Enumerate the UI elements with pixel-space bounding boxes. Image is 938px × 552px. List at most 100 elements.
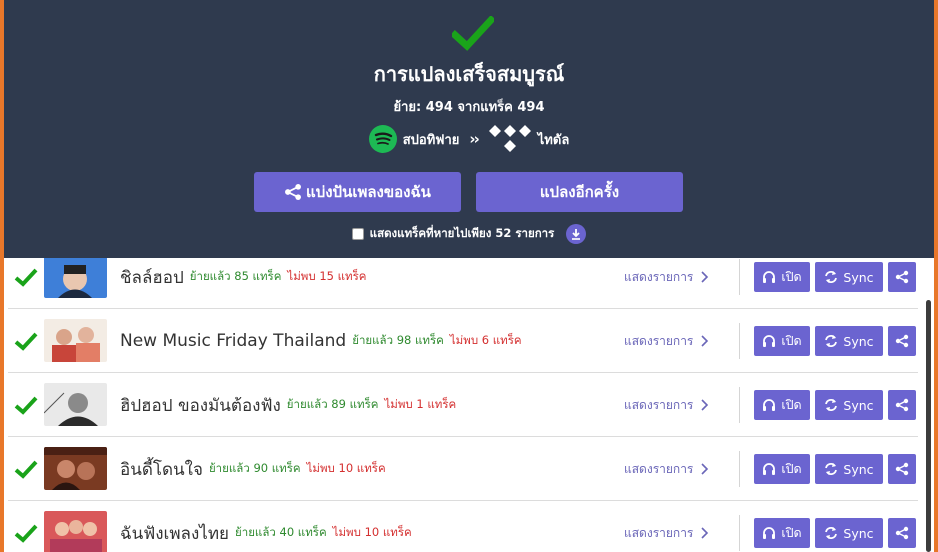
- not-found-count: ไม่พบ 10 แทร็ค: [332, 525, 412, 539]
- sync-label: Sync: [843, 397, 874, 413]
- share-my-music-button[interactable]: แบ่งปันเพลงของฉัน: [254, 172, 461, 212]
- open-button[interactable]: เปิด: [754, 326, 810, 356]
- source-service-name: สปอทิฟาย: [402, 132, 460, 148]
- sync-button[interactable]: Sync: [815, 454, 883, 484]
- open-label: เปิด: [781, 461, 802, 476]
- page-title: การแปลงเสร็จสมบูรณ์: [373, 62, 565, 86]
- divider: [739, 515, 740, 551]
- transfer-route: สปอทิฟาย ›› ไทดัล: [4, 124, 934, 154]
- playlist-cover: [44, 511, 107, 552]
- not-found-count: ไม่พบ 1 แทร็ค: [384, 397, 457, 411]
- share-button[interactable]: [888, 518, 916, 548]
- playlist-name: ฮิปฮอป ของมันต้องฟัง: [120, 395, 281, 416]
- moved-count: ย้ายแล้ว 85 แทร็ค: [189, 269, 282, 283]
- headphones-icon: [763, 463, 776, 475]
- download-icon[interactable]: [566, 224, 587, 244]
- playlist-row: อินดี้โดนใจ ย้ายแล้ว 90 แทร็ค ไม่พบ 10 แ…: [8, 437, 918, 501]
- divider: [739, 259, 740, 295]
- convert-again-button[interactable]: แปลงอีกครั้ง: [476, 172, 683, 212]
- playlist-cover: [44, 319, 107, 362]
- check-icon: [14, 524, 38, 543]
- playlist-row: New Music Friday Thailand ย้ายแล้ว 98 แท…: [8, 309, 918, 373]
- sync-button[interactable]: Sync: [815, 518, 883, 548]
- share-button[interactable]: [888, 262, 916, 292]
- completion-panel: การแปลงเสร็จสมบูรณ์ ย้าย: 494 จากแทร็ค 4…: [4, 0, 934, 258]
- headphones-icon: [763, 335, 776, 347]
- playlist-cover: [44, 383, 107, 426]
- not-found-count: ไม่พบ 6 แทร็ค: [449, 333, 522, 347]
- show-list-link[interactable]: แสดงรายการ: [624, 373, 709, 437]
- open-label: เปิด: [781, 525, 802, 540]
- sync-icon: [825, 271, 838, 283]
- playlist-name: ฉันฟังเพลงไทย: [120, 523, 229, 544]
- share-button[interactable]: [888, 390, 916, 420]
- sync-icon: [825, 527, 838, 539]
- sync-button[interactable]: Sync: [815, 326, 883, 356]
- scrollbar[interactable]: [926, 300, 931, 552]
- sync-icon: [825, 463, 838, 475]
- sync-icon: [825, 399, 838, 411]
- missing-tracks-option: แสดงแทร็คที่หายไปเพียง 52 รายการ: [4, 222, 934, 246]
- headphones-icon: [763, 271, 776, 283]
- divider: [739, 451, 740, 487]
- playlist-info: ฮิปฮอป ของมันต้องฟัง ย้ายแล้ว 89 แทร็ค ไ…: [120, 373, 456, 437]
- show-list-label: แสดงรายการ: [624, 525, 694, 540]
- playlist-info: อินดี้โดนใจ ย้ายแล้ว 90 แทร็ค ไม่พบ 10 แ…: [120, 437, 386, 501]
- not-found-count: ไม่พบ 15 แทร็ค: [287, 269, 367, 283]
- divider: [739, 323, 740, 359]
- check-icon: [14, 460, 38, 479]
- show-list-link[interactable]: แสดงรายการ: [624, 501, 709, 552]
- show-list-label: แสดงรายการ: [624, 333, 694, 348]
- sync-button[interactable]: Sync: [815, 262, 883, 292]
- playlist-name: อินดี้โดนใจ: [120, 459, 203, 480]
- share-icon: [895, 526, 909, 540]
- spotify-icon: [368, 125, 397, 153]
- missing-tracks-label: แสดงแทร็คที่หายไปเพียง 52 รายการ: [369, 226, 555, 240]
- share-icon: [895, 462, 909, 476]
- check-icon: [14, 332, 38, 351]
- check-icon: [14, 268, 38, 287]
- chevron-right-icon: [701, 271, 709, 283]
- tidal-icon: [488, 125, 531, 152]
- share-my-music-label: แบ่งปันเพลงของฉัน: [306, 183, 431, 201]
- headphones-icon: [763, 399, 776, 411]
- chevron-right-icon: [701, 399, 709, 411]
- success-check-icon: [452, 16, 494, 51]
- moved-count: ย้ายแล้ว 98 แทร็ค: [352, 333, 444, 347]
- chevron-right-icon: [701, 463, 709, 475]
- chevron-right-icon: [701, 335, 709, 347]
- playlist-row: ฮิปฮอป ของมันต้องฟัง ย้ายแล้ว 89 แทร็ค ไ…: [8, 373, 918, 437]
- missing-tracks-checkbox[interactable]: [351, 228, 364, 240]
- divider: [739, 387, 740, 423]
- open-label: เปิด: [781, 397, 802, 412]
- sync-button[interactable]: Sync: [815, 390, 883, 420]
- transfer-summary: ย้าย: 494 จากแทร็ค 494: [393, 100, 545, 115]
- playlist-info: ฉันฟังเพลงไทย ย้ายแล้ว 40 แทร็ค ไม่พบ 10…: [120, 501, 412, 552]
- share-icon: [285, 184, 302, 200]
- show-list-link[interactable]: แสดงรายการ: [624, 437, 709, 501]
- double-chevron-icon: ››: [469, 130, 479, 148]
- share-icon: [895, 270, 909, 284]
- share-icon: [895, 398, 909, 412]
- moved-count: ย้ายแล้ว 90 แทร็ค: [208, 461, 301, 475]
- playlist-name: ชิลล์ฮอป: [120, 267, 184, 288]
- show-list-link[interactable]: แสดงรายการ: [624, 309, 709, 373]
- share-button[interactable]: [888, 326, 916, 356]
- sync-label: Sync: [843, 461, 874, 477]
- open-label: เปิด: [781, 269, 802, 284]
- sync-label: Sync: [843, 333, 874, 349]
- show-list-label: แสดงรายการ: [624, 269, 694, 284]
- open-button[interactable]: เปิด: [754, 454, 810, 484]
- playlist-info: New Music Friday Thailand ย้ายแล้ว 98 แท…: [120, 309, 522, 373]
- open-button[interactable]: เปิด: [754, 518, 810, 548]
- playlist-name: New Music Friday Thailand: [120, 331, 347, 351]
- open-button[interactable]: เปิด: [754, 390, 810, 420]
- share-icon: [895, 334, 909, 348]
- share-button[interactable]: [888, 454, 916, 484]
- open-button[interactable]: เปิด: [754, 262, 810, 292]
- not-found-count: ไม่พบ 10 แทร็ค: [306, 461, 386, 475]
- check-icon: [14, 396, 38, 415]
- chevron-right-icon: [701, 527, 709, 539]
- show-list-label: แสดงรายการ: [624, 461, 694, 476]
- moved-count: ย้ายแล้ว 40 แทร็ค: [235, 525, 327, 539]
